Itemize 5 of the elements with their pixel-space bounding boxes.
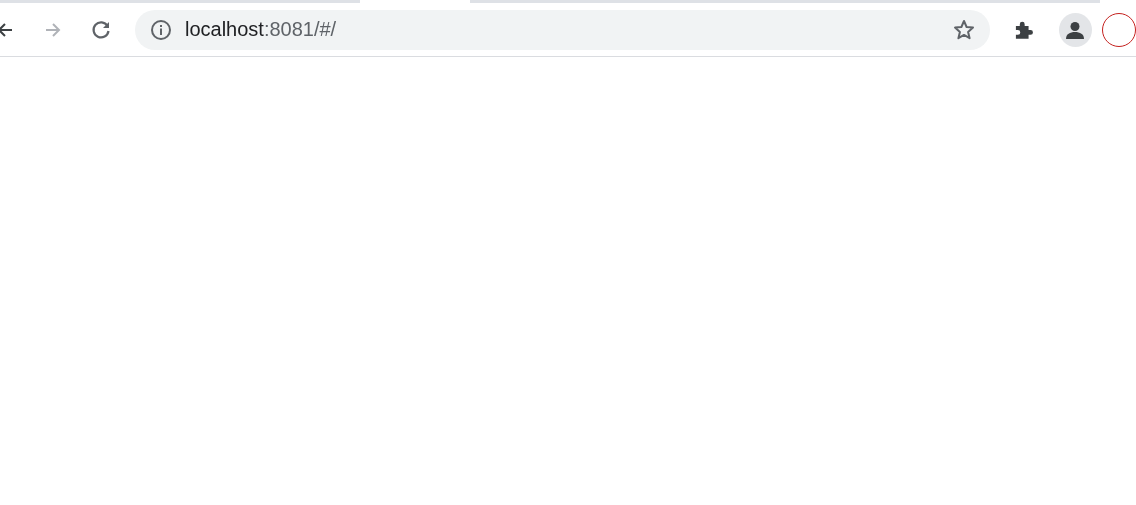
info-icon[interactable] xyxy=(149,18,172,41)
profile-avatar[interactable] xyxy=(1058,12,1092,47)
star-icon[interactable] xyxy=(952,17,977,42)
url-text: localhost:8081/#/ xyxy=(184,18,337,41)
address-bar[interactable]: localhost:8081/#/ xyxy=(134,9,991,50)
